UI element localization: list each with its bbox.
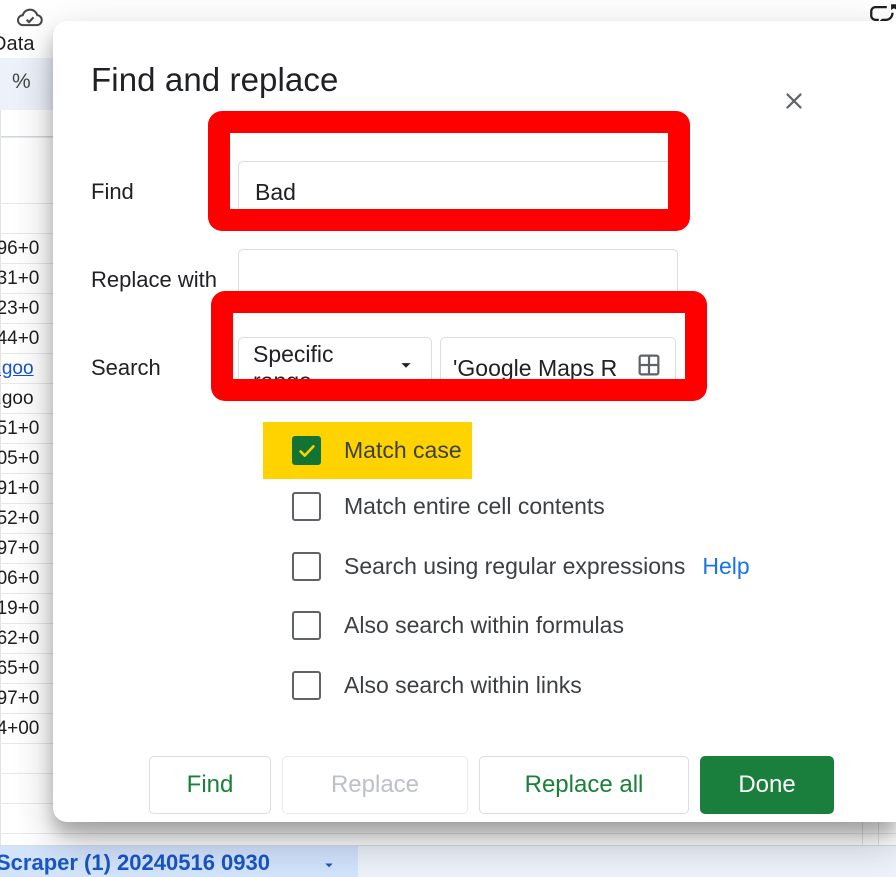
search-scope-value: Specific range: [253, 341, 395, 395]
replace-all-button[interactable]: Replace all: [479, 756, 689, 814]
dialog-actions: Find Replace Replace all Done: [149, 756, 834, 814]
dialog-title: Find and replace: [91, 61, 338, 99]
find-input[interactable]: Bad: [238, 161, 678, 223]
checkbox-regex[interactable]: [292, 552, 321, 581]
search-row: Search Specific range 'Google Maps R: [91, 337, 676, 399]
chevron-down-icon: [395, 354, 417, 382]
screen: Data %: [0, 0, 896, 877]
checkbox-match-case[interactable]: [292, 436, 321, 465]
close-icon[interactable]: [771, 78, 817, 124]
search-range-input[interactable]: 'Google Maps R: [440, 337, 676, 399]
option-regex[interactable]: Search using regular expressions Help: [286, 546, 760, 587]
option-search-formulas[interactable]: Also search within formulas: [286, 605, 634, 646]
replace-label: Replace with: [91, 267, 238, 293]
option-label: Search using regular expressions: [344, 553, 685, 580]
option-label: Also search within links: [344, 672, 582, 699]
option-label: Match case: [344, 437, 462, 464]
replace-row: Replace with: [91, 249, 678, 311]
search-scope-dropdown[interactable]: Specific range: [238, 337, 432, 399]
checkbox-search-formulas[interactable]: [292, 611, 321, 640]
checkbox-search-links[interactable]: [292, 671, 321, 700]
option-search-links[interactable]: Also search within links: [286, 665, 592, 706]
checkbox-match-entire-cell[interactable]: [292, 492, 321, 521]
done-button[interactable]: Done: [700, 756, 834, 814]
option-match-entire-cell[interactable]: Match entire cell contents: [286, 486, 615, 527]
search-range-value: 'Google Maps R: [453, 355, 617, 382]
select-range-grid-icon[interactable]: [635, 351, 663, 385]
regex-help-link[interactable]: Help: [702, 553, 749, 580]
search-label: Search: [91, 355, 238, 381]
option-label: Also search within formulas: [344, 612, 624, 639]
find-button[interactable]: Find: [149, 756, 271, 814]
option-label: Match entire cell contents: [344, 493, 605, 520]
find-label: Find: [91, 179, 238, 205]
option-match-case[interactable]: Match case: [263, 422, 472, 479]
replace-input[interactable]: [238, 249, 678, 311]
replace-button: Replace: [282, 756, 468, 814]
find-row: Find Bad: [91, 161, 678, 223]
find-and-replace-dialog: Find and replace Find Bad Replace with S…: [53, 21, 896, 822]
